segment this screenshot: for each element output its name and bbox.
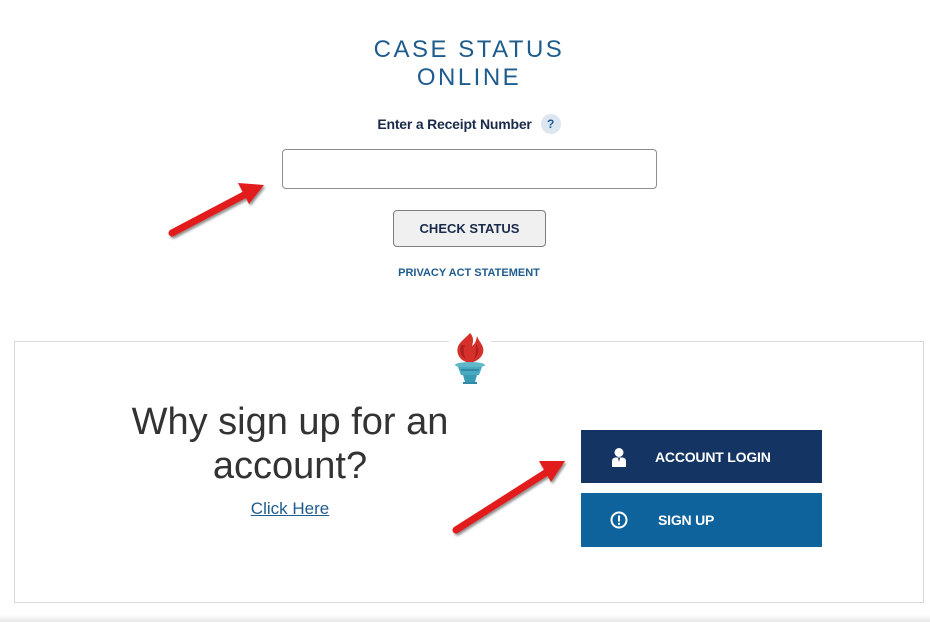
sign-up-label: SIGN UP [658,512,715,528]
signup-heading: Why sign up for an account? [131,401,449,487]
account-login-button[interactable]: ACCOUNT LOGIN [581,430,822,483]
page-title-line1: CASE STATUS [373,36,565,63]
page-title-line2: ONLINE [416,64,522,91]
page-title: CASE STATUS ONLINE [0,36,930,92]
privacy-act-link[interactable]: PRIVACY ACT STATEMENT [0,267,930,279]
check-status-button[interactable]: CHECK STATUS [393,210,546,247]
receipt-number-label: Enter a Receipt Number [377,116,532,132]
receipt-label-row: Enter a Receipt Number ? [0,114,930,134]
click-here-link[interactable]: Click Here [110,499,470,519]
help-icon[interactable]: ? [540,114,561,134]
torch-icon [449,330,491,386]
receipt-number-input[interactable] [282,149,657,189]
arrow-to-receipt-input [168,183,264,237]
sign-up-button[interactable]: SIGN UP [581,493,822,547]
page-bottom-edge [0,614,930,622]
account-login-label: ACCOUNT LOGIN [655,448,771,465]
user-icon [609,447,629,467]
exclamation-circle-icon [609,510,629,530]
